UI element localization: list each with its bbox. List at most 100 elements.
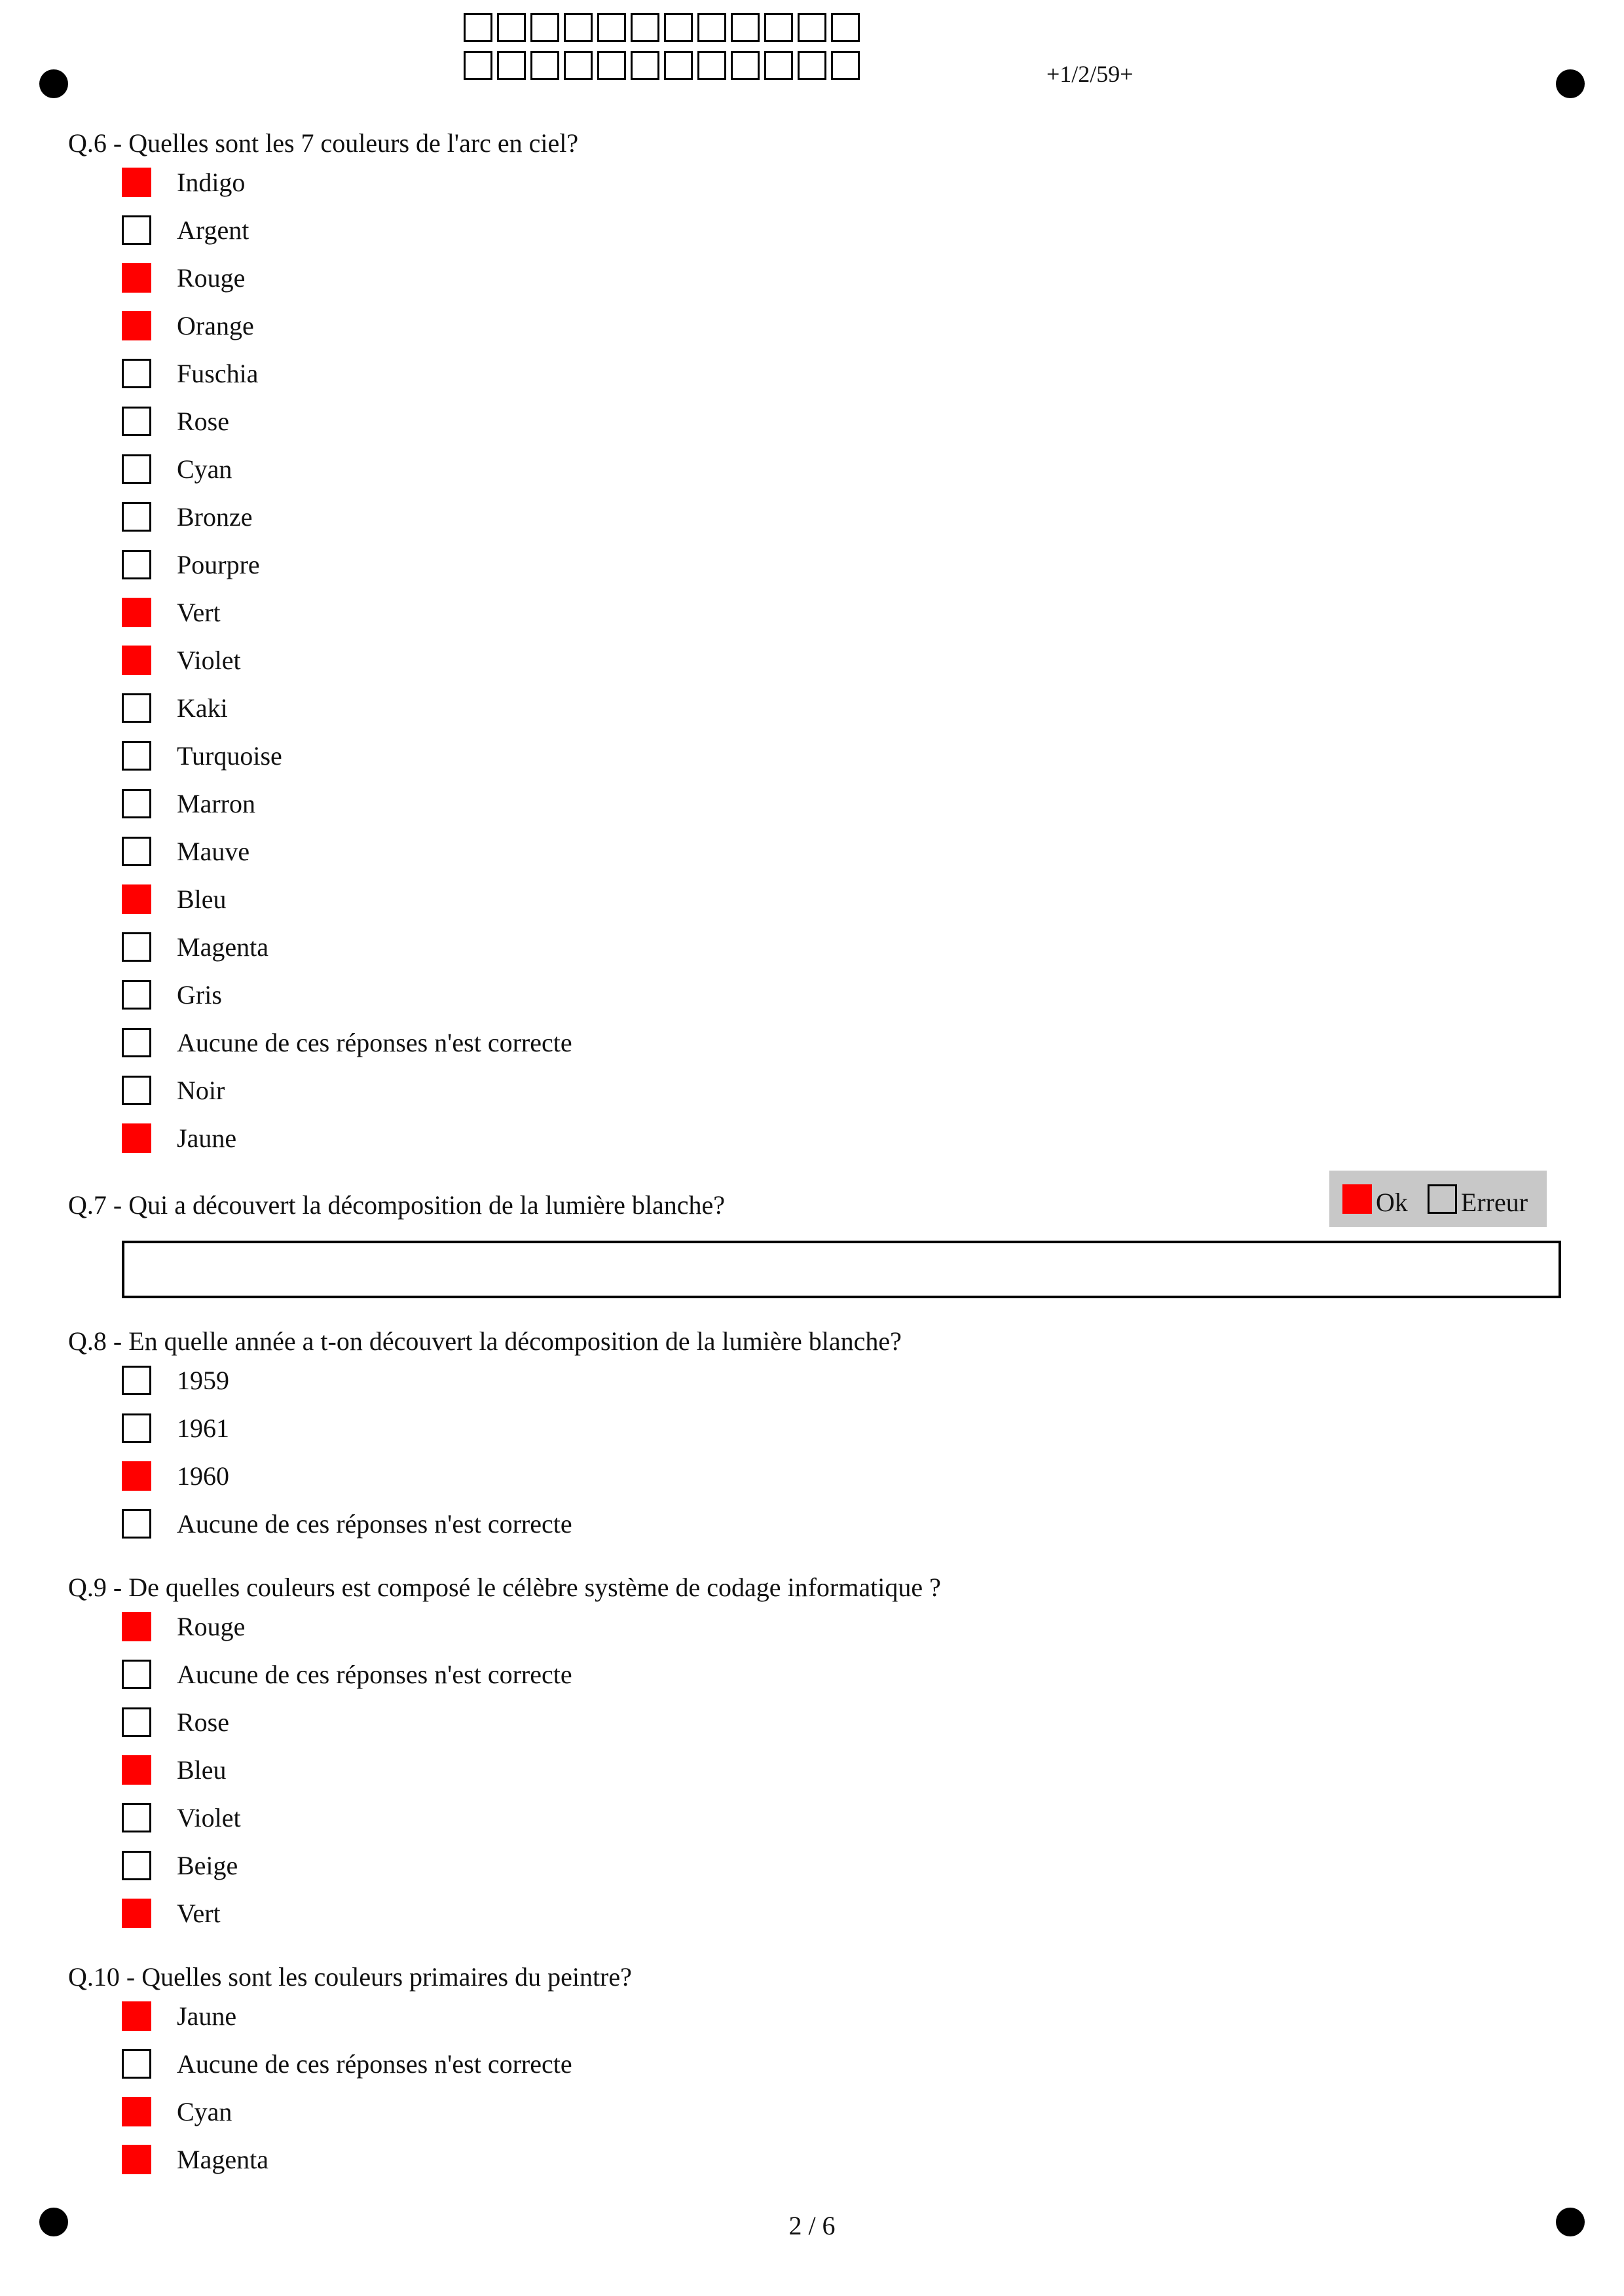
id-cell[interactable] <box>697 51 726 80</box>
answer-option[interactable]: Bleu <box>68 875 1568 923</box>
checkbox[interactable] <box>122 215 151 245</box>
checked-checkbox[interactable] <box>122 646 151 675</box>
answer-option[interactable]: Aucune de ces réponses n'est correcte <box>68 1650 1568 1698</box>
answer-option[interactable]: Aucune de ces réponses n'est correcte <box>68 1019 1568 1066</box>
answer-option[interactable]: Rouge <box>68 1603 1568 1650</box>
checkbox[interactable] <box>122 1660 151 1689</box>
id-cell[interactable] <box>464 13 492 42</box>
checkbox[interactable] <box>122 550 151 579</box>
id-cell[interactable] <box>530 13 559 42</box>
checked-checkbox[interactable] <box>122 2097 151 2126</box>
id-cell[interactable] <box>798 51 826 80</box>
checked-checkbox[interactable] <box>122 1612 151 1641</box>
error-label: Erreur <box>1460 1188 1528 1217</box>
checked-checkbox[interactable] <box>122 168 151 197</box>
checkbox[interactable] <box>122 741 151 771</box>
id-cell[interactable] <box>631 51 659 80</box>
checkbox[interactable] <box>122 1803 151 1832</box>
id-cell[interactable] <box>631 13 659 42</box>
id-cell[interactable] <box>731 51 760 80</box>
answer-option[interactable]: Violet <box>68 1794 1568 1842</box>
answer-option[interactable]: Pourpre <box>68 541 1568 589</box>
checkbox[interactable] <box>122 693 151 723</box>
id-cell[interactable] <box>798 13 826 42</box>
id-cell[interactable] <box>597 51 626 80</box>
checked-checkbox[interactable] <box>122 1123 151 1153</box>
answer-option[interactable]: Orange <box>68 302 1568 350</box>
id-cell[interactable] <box>564 13 593 42</box>
id-cell[interactable] <box>764 13 793 42</box>
ok-checkbox[interactable] <box>1342 1184 1372 1214</box>
answer-option[interactable]: Magenta <box>68 923 1568 971</box>
checked-checkbox[interactable] <box>122 2001 151 2031</box>
id-cell[interactable] <box>530 51 559 80</box>
answer-option[interactable]: Kaki <box>68 684 1568 732</box>
answer-option[interactable]: Bronze <box>68 493 1568 541</box>
answer-option[interactable]: Bleu <box>68 1746 1568 1794</box>
answer-option[interactable]: Aucune de ces réponses n'est correcte <box>68 1500 1568 1548</box>
answer-option[interactable]: Fuschia <box>68 350 1568 397</box>
answer-option[interactable]: Vert <box>68 589 1568 636</box>
answer-option[interactable]: Argent <box>68 206 1568 254</box>
answer-option[interactable]: Beige <box>68 1842 1568 1889</box>
id-cell[interactable] <box>664 51 693 80</box>
id-cell[interactable] <box>831 51 860 80</box>
checkbox[interactable] <box>122 789 151 818</box>
checkbox[interactable] <box>122 359 151 388</box>
id-cell[interactable] <box>731 13 760 42</box>
checked-checkbox[interactable] <box>122 1461 151 1491</box>
checkbox[interactable] <box>122 454 151 484</box>
answer-option[interactable]: 1959 <box>68 1357 1568 1404</box>
answer-option[interactable]: Jaune <box>68 1114 1568 1162</box>
id-cell[interactable] <box>597 13 626 42</box>
id-cell[interactable] <box>831 13 860 42</box>
answer-option[interactable]: Indigo <box>68 158 1568 206</box>
answer-option[interactable]: Cyan <box>68 2088 1568 2136</box>
answer-option[interactable]: Vert <box>68 1889 1568 1937</box>
answer-option[interactable]: Aucune de ces réponses n'est correcte <box>68 2040 1568 2088</box>
id-cell[interactable] <box>497 13 526 42</box>
answer-option[interactable]: Noir <box>68 1066 1568 1114</box>
answer-option[interactable]: Marron <box>68 780 1568 828</box>
checked-checkbox[interactable] <box>122 884 151 914</box>
id-cell[interactable] <box>664 13 693 42</box>
answer-option[interactable]: Rouge <box>68 254 1568 302</box>
checkbox[interactable] <box>122 1366 151 1395</box>
answer-option[interactable]: Gris <box>68 971 1568 1019</box>
answer-option[interactable]: Jaune <box>68 1992 1568 2040</box>
checkbox[interactable] <box>122 1707 151 1737</box>
error-checkbox[interactable] <box>1427 1184 1457 1214</box>
checkbox[interactable] <box>122 407 151 436</box>
checkbox[interactable] <box>122 1413 151 1443</box>
checkbox[interactable] <box>122 502 151 532</box>
checked-checkbox[interactable] <box>122 1899 151 1928</box>
answer-option[interactable]: Magenta <box>68 2136 1568 2183</box>
checkbox[interactable] <box>122 837 151 866</box>
answer-option[interactable]: 1960 <box>68 1452 1568 1500</box>
answer-option[interactable]: Turquoise <box>68 732 1568 780</box>
answer-option[interactable]: Mauve <box>68 828 1568 875</box>
answer-option[interactable]: Rose <box>68 1698 1568 1746</box>
id-cell[interactable] <box>697 13 726 42</box>
checkbox[interactable] <box>122 932 151 962</box>
checked-checkbox[interactable] <box>122 598 151 627</box>
checkbox[interactable] <box>122 980 151 1010</box>
answer-option[interactable]: 1961 <box>68 1404 1568 1452</box>
checked-checkbox[interactable] <box>122 311 151 340</box>
checked-checkbox[interactable] <box>122 2145 151 2174</box>
checkbox[interactable] <box>122 1851 151 1880</box>
checked-checkbox[interactable] <box>122 263 151 293</box>
open-answer-field[interactable] <box>122 1241 1561 1298</box>
id-cell[interactable] <box>564 51 593 80</box>
checked-checkbox[interactable] <box>122 1755 151 1785</box>
id-cell[interactable] <box>497 51 526 80</box>
checkbox[interactable] <box>122 1076 151 1105</box>
answer-option[interactable]: Cyan <box>68 445 1568 493</box>
id-cell[interactable] <box>464 51 492 80</box>
checkbox[interactable] <box>122 1028 151 1057</box>
checkbox[interactable] <box>122 2049 151 2079</box>
id-cell[interactable] <box>764 51 793 80</box>
answer-option[interactable]: Rose <box>68 397 1568 445</box>
checkbox[interactable] <box>122 1509 151 1539</box>
answer-option[interactable]: Violet <box>68 636 1568 684</box>
